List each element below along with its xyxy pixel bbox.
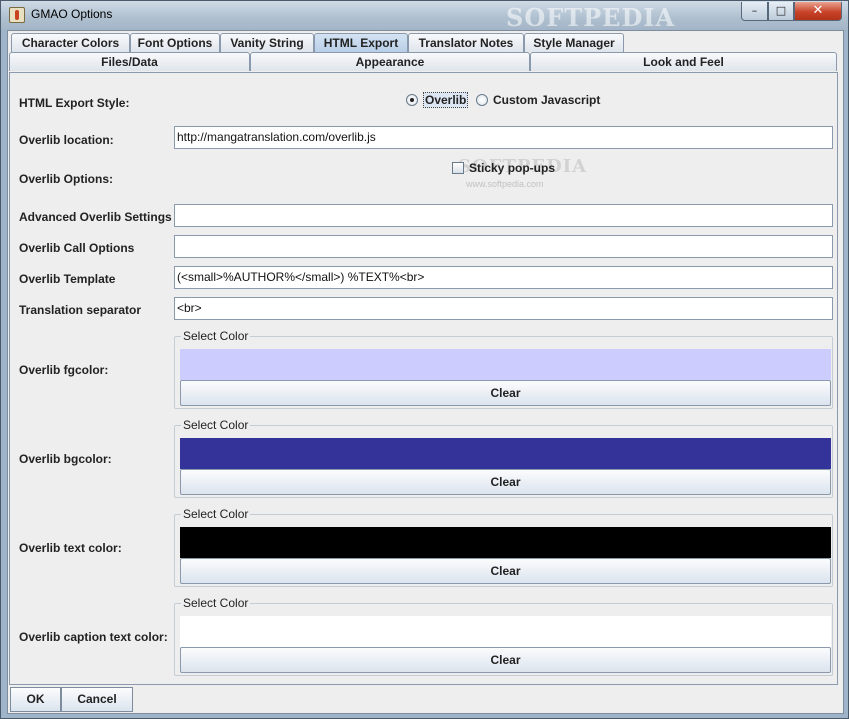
tab-files-data[interactable]: Files/Data — [9, 52, 250, 71]
fgcolor-group: Select Color Clear — [174, 329, 833, 409]
minimize-button[interactable]: – — [741, 2, 768, 21]
radio-custom-javascript-label: Custom Javascript — [493, 93, 601, 107]
bgcolor-label: Overlib bgcolor: — [19, 452, 112, 466]
textcolor-label: Overlib text color: — [19, 541, 122, 555]
bgcolor-group-title: Select Color — [181, 418, 251, 432]
radio-custom-javascript[interactable]: Custom Javascript — [476, 93, 600, 107]
tab-character-colors[interactable]: Character Colors — [11, 33, 130, 52]
radio-overlib-indicator[interactable] — [406, 94, 418, 106]
textcolor-group-title: Select Color — [181, 507, 251, 521]
textcolor-swatch[interactable] — [180, 527, 831, 558]
tab-style-manager[interactable]: Style Manager — [524, 33, 624, 52]
fgcolor-label: Overlib fgcolor: — [19, 363, 109, 377]
captioncolor-swatch[interactable] — [180, 616, 831, 647]
title-bar[interactable]: GMAO Options SOFTPEDIA – □ ✕ — [1, 1, 848, 32]
advanced-settings-input[interactable] — [174, 204, 833, 227]
fgcolor-group-title: Select Color — [181, 329, 251, 343]
html-export-panel: HTML Export Style: Overlib Custom Javasc… — [9, 72, 838, 685]
template-label: Overlib Template — [19, 272, 116, 286]
advanced-settings-label: Advanced Overlib Settings — [19, 210, 172, 224]
call-options-input[interactable] — [174, 235, 833, 258]
captioncolor-group-title: Select Color — [181, 596, 251, 610]
fgcolor-swatch[interactable] — [180, 349, 831, 380]
fgcolor-clear-button[interactable]: Clear — [180, 380, 831, 406]
sticky-popups-box[interactable] — [452, 162, 464, 174]
window-title: GMAO Options — [31, 7, 113, 21]
dialog-client: Character Colors Font Options Vanity Str… — [7, 30, 844, 714]
watermark-banner: SOFTPEDIA — [506, 3, 676, 32]
app-icon — [9, 7, 25, 23]
overlib-location-input[interactable]: http://mangatranslation.com/overlib.js — [174, 126, 833, 149]
tab-look-and-feel[interactable]: Look and Feel — [530, 52, 837, 71]
textcolor-clear-button[interactable]: Clear — [180, 558, 831, 584]
tab-translator-notes[interactable]: Translator Notes — [408, 33, 524, 52]
export-style-label: HTML Export Style: — [19, 96, 130, 110]
bgcolor-swatch[interactable] — [180, 438, 831, 469]
close-button[interactable]: ✕ — [794, 2, 842, 21]
radio-overlib-label: Overlib — [423, 92, 469, 108]
call-options-label: Overlib Call Options — [19, 241, 135, 255]
separator-label: Translation separator — [19, 303, 142, 317]
tab-font-options[interactable]: Font Options — [130, 33, 220, 52]
maximize-button[interactable]: □ — [768, 2, 794, 21]
tab-vanity-string[interactable]: Vanity String — [220, 33, 314, 52]
radio-custom-javascript-indicator[interactable] — [476, 94, 488, 106]
overlib-options-label: Overlib Options: — [19, 172, 114, 186]
captioncolor-clear-button[interactable]: Clear — [180, 647, 831, 673]
tab-appearance[interactable]: Appearance — [250, 52, 530, 71]
template-input[interactable]: (<small>%AUTHOR%</small>) %TEXT%<br> — [174, 266, 833, 289]
textcolor-group: Select Color Clear — [174, 507, 833, 587]
overlib-location-label: Overlib location: — [19, 133, 114, 147]
cancel-button[interactable]: Cancel — [61, 687, 133, 712]
separator-input[interactable]: <br> — [174, 297, 833, 320]
captioncolor-label: Overlib caption text color: — [19, 630, 168, 644]
tab-html-export[interactable]: HTML Export — [314, 33, 408, 52]
ok-button[interactable]: OK — [10, 687, 61, 712]
sticky-popups-label: Sticky pop-ups — [469, 161, 556, 175]
watermark-url: www.softpedia.com — [466, 179, 544, 189]
captioncolor-group: Select Color Clear — [174, 596, 833, 676]
bgcolor-group: Select Color Clear — [174, 418, 833, 498]
options-window: GMAO Options SOFTPEDIA – □ ✕ Character C… — [0, 0, 849, 719]
sticky-popups-checkbox[interactable]: Sticky pop-ups — [452, 161, 555, 175]
bgcolor-clear-button[interactable]: Clear — [180, 469, 831, 495]
radio-overlib[interactable]: Overlib — [406, 92, 469, 108]
